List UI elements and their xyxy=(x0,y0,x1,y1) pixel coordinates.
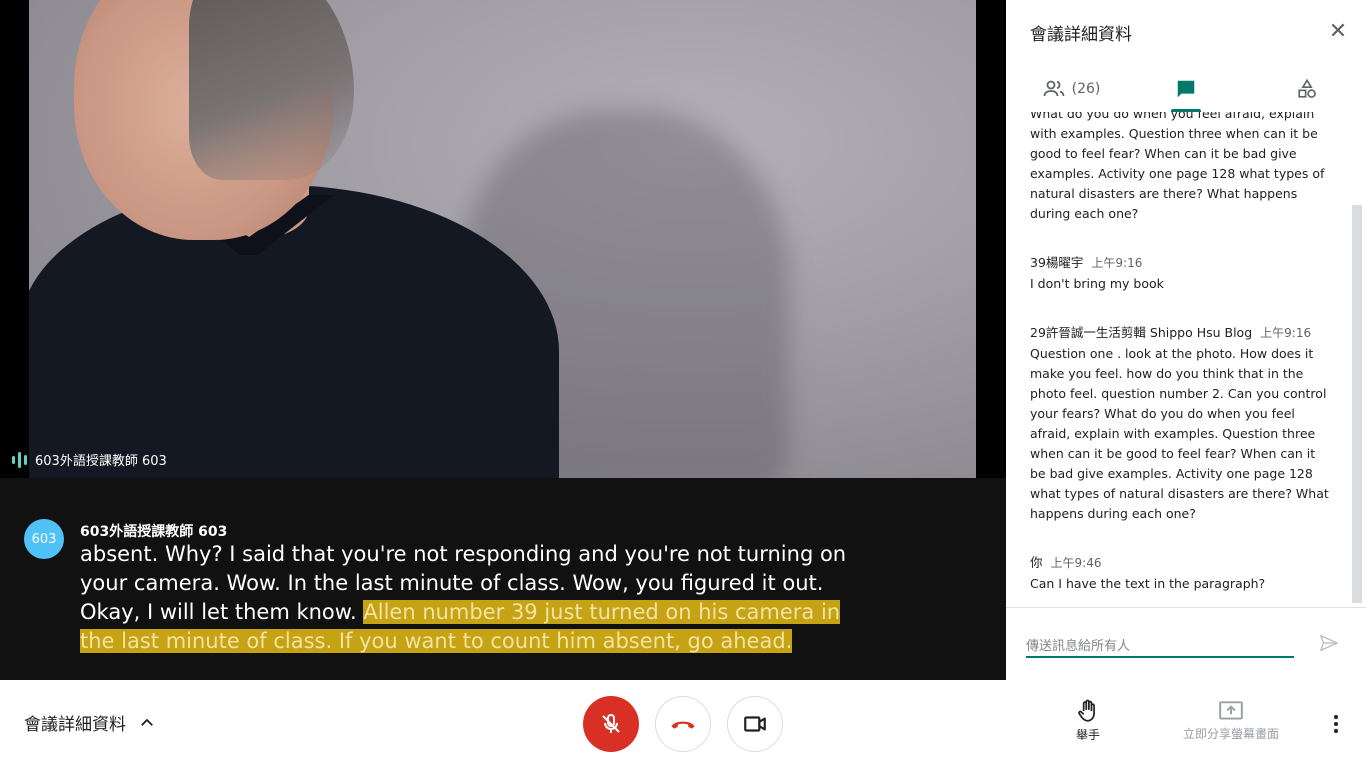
send-icon xyxy=(1320,634,1338,652)
raise-hand-label: 舉手 xyxy=(1075,728,1100,742)
chat-message-time: 上午9:16 xyxy=(1260,326,1312,340)
caption-speaker-name: 603外語授課教師 603 xyxy=(80,524,228,540)
camera-icon xyxy=(744,716,766,732)
panel-tabs: (26) xyxy=(1006,66,1366,112)
participant-name: 603外語授課教師 603 xyxy=(35,454,167,469)
tab-people[interactable]: (26) xyxy=(1036,66,1106,112)
caption-text: absent. Why? I said that you're not resp… xyxy=(80,540,860,656)
tab-activities[interactable] xyxy=(1282,66,1332,112)
meeting-details-label: 會議詳細資料 xyxy=(24,715,126,735)
panel-title: 會議詳細資料 xyxy=(1030,25,1132,45)
bottom-control-bar: 會議詳細資料 舉手 立即分享螢幕畫面 xyxy=(0,680,1366,768)
meeting-stage: 603外語授課教師 603 603 603外語授課教師 603 absent. … xyxy=(0,0,1006,680)
send-button[interactable] xyxy=(1318,632,1342,656)
chat-message-time: 上午9:16 xyxy=(1091,256,1143,270)
people-icon xyxy=(1043,80,1065,97)
chat-message: 29許晉誠一生活剪輯 Shippo Hsu Blog 上午9:16 Questi… xyxy=(1030,322,1330,524)
video-frame xyxy=(29,0,976,478)
mic-toggle-button[interactable] xyxy=(583,696,639,752)
panel-divider xyxy=(1006,607,1366,608)
phone-hangup-icon xyxy=(671,721,695,729)
more-options-icon[interactable] xyxy=(1324,710,1348,738)
person-hair xyxy=(189,0,354,180)
people-count: (26) xyxy=(1071,81,1101,97)
caption-speaker-avatar: 603 xyxy=(24,519,64,559)
hang-up-button[interactable] xyxy=(655,696,711,752)
chat-message-sender: 39楊曜宇 xyxy=(1030,255,1084,270)
close-icon[interactable]: ✕ xyxy=(1326,20,1350,44)
hand-icon xyxy=(1078,699,1095,722)
chat-message-input[interactable] xyxy=(1026,628,1294,658)
chevron-up-icon xyxy=(141,718,153,726)
chat-message: 39楊曜宇 上午9:16 I don't bring my book xyxy=(1030,252,1330,294)
chat-scrollbar[interactable] xyxy=(1352,205,1362,603)
audio-level-icon xyxy=(12,451,27,468)
chat-message: What do you do when you feel afraid, exp… xyxy=(1030,112,1330,224)
mic-off-icon xyxy=(602,714,620,733)
chat-message-text: What do you do when you feel afraid, exp… xyxy=(1030,112,1325,221)
chat-message-text: Can I have the text in the paragraph? xyxy=(1030,576,1266,591)
chat-icon xyxy=(1177,80,1195,98)
raise-hand-button[interactable]: 舉手 xyxy=(1062,698,1114,743)
chat-message-sender: 29許晉誠一生活剪輯 Shippo Hsu Blog xyxy=(1030,325,1253,340)
chat-message-time: 上午9:46 xyxy=(1050,556,1102,570)
chat-message-text: Question one . look at the photo. How do… xyxy=(1030,346,1329,521)
participant-name-label: 603外語授課教師 603 xyxy=(12,450,167,469)
camera-toggle-button[interactable] xyxy=(727,696,783,752)
participant-video[interactable]: 603外語授課教師 603 xyxy=(0,0,1006,478)
shapes-icon xyxy=(1298,78,1316,98)
present-screen-label: 立即分享螢幕畫面 xyxy=(1182,727,1279,741)
chat-message-sender: 你 xyxy=(1030,555,1043,570)
meeting-details-button[interactable]: 會議詳細資料 xyxy=(24,710,156,735)
chat-message-text: I don't bring my book xyxy=(1030,276,1164,291)
tab-chat[interactable] xyxy=(1161,66,1211,112)
chat-messages[interactable]: What do you do when you feel afraid, exp… xyxy=(1006,112,1366,606)
chat-message: 你 上午9:46 Can I have the text in the para… xyxy=(1030,552,1330,594)
meeting-details-panel: 會議詳細資料 ✕ (26) What do you do when you fe… xyxy=(1006,0,1366,680)
present-screen-icon xyxy=(1219,701,1243,720)
present-screen-button[interactable]: 立即分享螢幕畫面 xyxy=(1170,700,1292,742)
